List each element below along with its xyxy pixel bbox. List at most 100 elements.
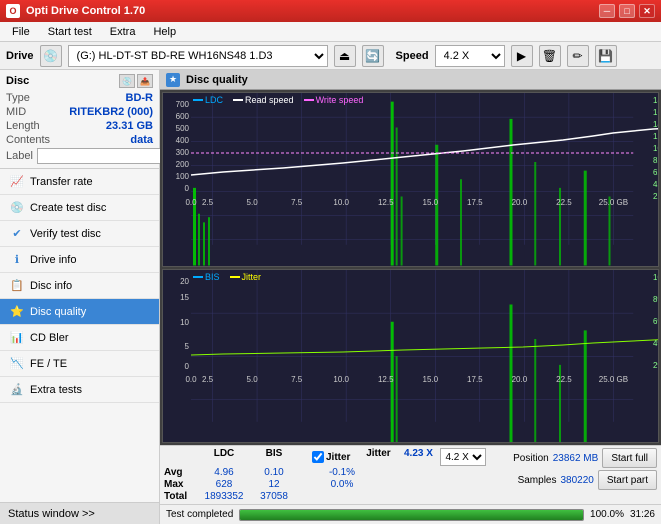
svg-text:5: 5 xyxy=(185,342,190,351)
svg-text:5.0: 5.0 xyxy=(247,198,259,207)
disc-contents-field: Contents data xyxy=(6,134,153,146)
svg-text:15.0: 15.0 xyxy=(423,375,439,384)
progress-fill xyxy=(240,510,583,520)
status-window-button[interactable]: Status window >> xyxy=(0,502,159,524)
sidebar-item-fe-te[interactable]: 📉 FE / TE xyxy=(0,351,159,377)
legend-jitter-label: Jitter xyxy=(242,272,262,282)
avg-bis: 0.10 xyxy=(252,467,296,478)
start-part-button[interactable]: Start part xyxy=(598,470,657,490)
svg-text:20.0: 20.0 xyxy=(512,375,528,384)
stats-row-total: Total 1893352 37058 xyxy=(164,491,493,502)
col-bis: BIS xyxy=(252,448,296,466)
svg-text:22.5: 22.5 xyxy=(556,198,572,207)
disc-quality-title: Disc quality xyxy=(186,74,248,86)
svg-text:10.0: 10.0 xyxy=(333,198,349,207)
title-bar: O Opti Drive Control 1.70 ─ □ ✕ xyxy=(0,0,661,22)
jitter-checkbox[interactable] xyxy=(312,451,324,463)
sidebar-item-cd-bler[interactable]: 📊 CD Bler xyxy=(0,325,159,351)
disc-panel-title: Disc xyxy=(6,75,29,87)
drive-info-icon: ℹ xyxy=(10,253,24,267)
disc-quality-header-icon: ★ xyxy=(166,73,180,87)
extra-tests-icon: 🔬 xyxy=(10,383,24,397)
legend-bis-label: BIS xyxy=(205,272,220,282)
chart1-legend: LDC Read speed Write speed xyxy=(193,95,363,105)
app-title: Opti Drive Control 1.70 xyxy=(26,5,145,17)
svg-text:12.5: 12.5 xyxy=(378,375,394,384)
svg-text:700: 700 xyxy=(176,100,190,109)
svg-text:14X: 14X xyxy=(653,120,658,129)
sidebar-item-verify-test-disc[interactable]: ✔ Verify test disc xyxy=(0,221,159,247)
svg-text:0.0: 0.0 xyxy=(185,198,197,207)
menu-extra[interactable]: Extra xyxy=(102,24,144,40)
progress-percent: 100.0% xyxy=(590,509,624,520)
sidebar-item-create-test-disc[interactable]: 💿 Create test disc xyxy=(0,195,159,221)
menu-file[interactable]: File xyxy=(4,24,38,40)
legend-write-speed-label: Write speed xyxy=(316,95,364,105)
svg-text:0: 0 xyxy=(185,184,190,193)
svg-text:5.0: 5.0 xyxy=(247,375,259,384)
disc-length-field: Length 23.31 GB xyxy=(6,120,153,132)
drive-refresh-button[interactable]: 🔄 xyxy=(362,45,384,67)
svg-text:2.5: 2.5 xyxy=(202,198,214,207)
progress-bar-area: Test completed 100.0% 31:26 xyxy=(160,504,661,524)
close-button[interactable]: ✕ xyxy=(639,4,655,18)
speed-select[interactable]: 4.2 X xyxy=(435,45,505,67)
disc-mid-value: RITEKBR2 (000) xyxy=(69,106,153,118)
menu-help[interactable]: Help xyxy=(145,24,184,40)
svg-text:10: 10 xyxy=(180,318,189,327)
sidebar-item-transfer-rate[interactable]: 📈 Transfer rate xyxy=(0,169,159,195)
write-button[interactable]: ✏ xyxy=(567,45,589,67)
disc-label-row: Label ⚙ xyxy=(6,148,153,164)
sidebar: Disc 💿 📤 Type BD-R MID RITEKBR2 (000) Le… xyxy=(0,70,160,524)
svg-text:12.5: 12.5 xyxy=(378,198,394,207)
stats-row-max: Max 628 12 0.0% xyxy=(164,479,493,490)
speed-select-stats[interactable]: 4.2 X xyxy=(440,448,486,466)
svg-text:22.5: 22.5 xyxy=(556,375,572,384)
legend-ldc: LDC xyxy=(193,95,223,105)
create-test-disc-label: Create test disc xyxy=(30,202,106,214)
drive-select[interactable]: (G:) HL-DT-ST BD-RE WH16NS48 1.D3 xyxy=(68,45,328,67)
drive-bar: Drive 💿 (G:) HL-DT-ST BD-RE WH16NS48 1.D… xyxy=(0,42,661,70)
menu-start-test[interactable]: Start test xyxy=(40,24,100,40)
speed-icon1[interactable]: ▶ xyxy=(511,45,533,67)
disc-quality-header: ★ Disc quality xyxy=(160,70,661,90)
create-test-disc-icon: 💿 xyxy=(10,201,24,215)
disc-icon2[interactable]: 📤 xyxy=(137,74,153,88)
samples-label: Samples xyxy=(518,475,557,486)
svg-text:2%: 2% xyxy=(653,361,658,370)
svg-text:7.5: 7.5 xyxy=(291,375,303,384)
stats-samples-row: Samples 380220 Start part xyxy=(518,470,657,490)
drive-icon-button[interactable]: 💿 xyxy=(40,45,62,67)
legend-write-speed: Write speed xyxy=(304,95,364,105)
save-button[interactable]: 💾 xyxy=(595,45,617,67)
minimize-button[interactable]: ─ xyxy=(599,4,615,18)
svg-text:17.5: 17.5 xyxy=(467,198,483,207)
eject-button[interactable]: ⏏ xyxy=(334,45,356,67)
main-layout: Disc 💿 📤 Type BD-R MID RITEKBR2 (000) Le… xyxy=(0,70,661,524)
progress-track xyxy=(239,509,584,521)
col-speed: Jitter xyxy=(358,448,398,466)
extra-tests-label: Extra tests xyxy=(30,384,82,396)
total-ldc: 1893352 xyxy=(196,491,252,502)
disc-label-input[interactable] xyxy=(37,148,175,164)
avg-label: Avg xyxy=(164,467,196,478)
max-ldc: 628 xyxy=(196,479,252,490)
sidebar-item-extra-tests[interactable]: 🔬 Extra tests xyxy=(0,377,159,403)
legend-read-speed: Read speed xyxy=(233,95,294,105)
transfer-rate-label: Transfer rate xyxy=(30,176,93,188)
disc-icon1[interactable]: 💿 xyxy=(119,74,135,88)
legend-bis: BIS xyxy=(193,272,220,282)
svg-text:200: 200 xyxy=(176,160,190,169)
sidebar-item-disc-quality[interactable]: ⭐ Disc quality xyxy=(0,299,159,325)
avg-jitter: -0.1% xyxy=(312,467,372,478)
svg-text:8X: 8X xyxy=(653,156,658,165)
legend-read-speed-color xyxy=(233,99,243,101)
maximize-button[interactable]: □ xyxy=(619,4,635,18)
erase-button[interactable]: 🗑 xyxy=(539,45,561,67)
start-full-button[interactable]: Start full xyxy=(602,448,657,468)
sidebar-item-disc-info[interactable]: 📋 Disc info xyxy=(0,273,159,299)
stats-position-row: Position 23862 MB Start full xyxy=(513,448,657,468)
sidebar-item-drive-info[interactable]: ℹ Drive info xyxy=(0,247,159,273)
svg-text:8%: 8% xyxy=(653,295,658,304)
sidebar-menu: 📈 Transfer rate 💿 Create test disc ✔ Ver… xyxy=(0,169,159,502)
